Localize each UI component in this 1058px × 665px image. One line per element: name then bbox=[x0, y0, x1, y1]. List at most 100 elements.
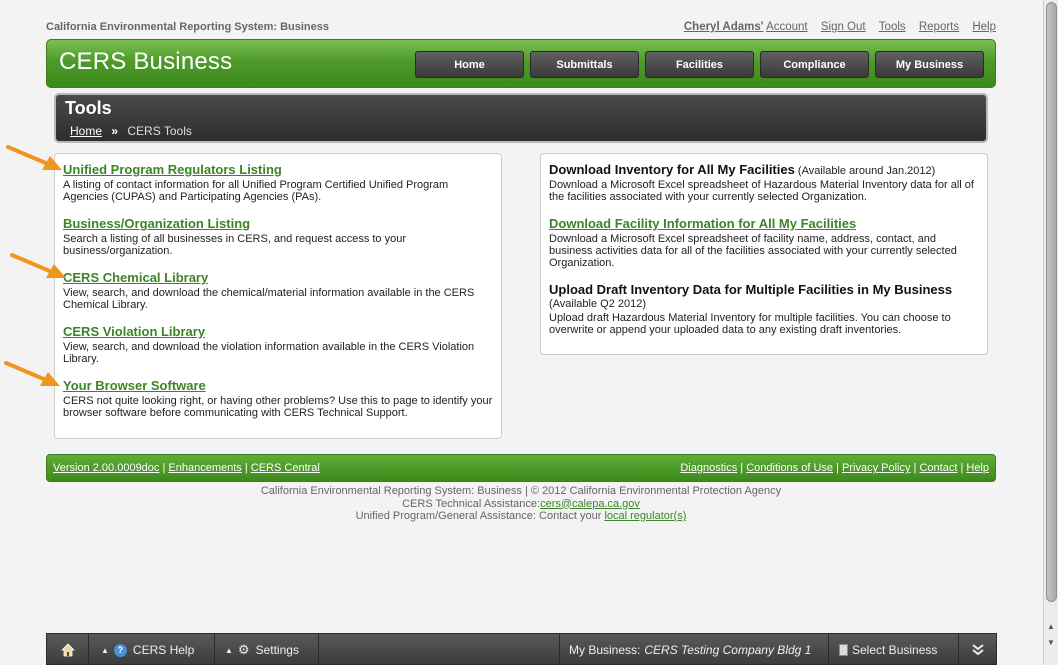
copyright-line: California Environmental Reporting Syste… bbox=[260, 485, 782, 497]
page-scrollbar[interactable]: ▲ ▼ bbox=[1043, 0, 1058, 665]
breadcrumb-home-link[interactable]: Home bbox=[70, 124, 102, 138]
nav-my-business-button[interactable]: My Business bbox=[875, 51, 984, 78]
tool-description: CERS not quite looking right, or having … bbox=[63, 395, 493, 419]
annotation-arrow-icon bbox=[6, 145, 62, 170]
local-regulator-link[interactable]: local regulator(s) bbox=[604, 510, 686, 522]
select-business-button[interactable]: Select Business bbox=[829, 634, 959, 665]
footer-separator: | bbox=[836, 462, 839, 474]
system-title: California Environmental Reporting Syste… bbox=[46, 21, 330, 33]
account-link[interactable]: Account bbox=[766, 21, 808, 33]
help-icon: ? bbox=[113, 643, 127, 657]
nav-compliance-button[interactable]: Compliance bbox=[760, 51, 869, 78]
tool-description: A listing of contact information for all… bbox=[63, 179, 449, 203]
nav-home-button[interactable]: Home bbox=[415, 51, 524, 78]
caret-up-icon: ▲ bbox=[225, 645, 233, 655]
brand-logo[interactable]: CERS Business bbox=[59, 48, 232, 76]
availability-note: (Available Q2 2012) bbox=[549, 298, 647, 310]
tool-description: Download a Microsoft Excel spreadsheet o… bbox=[549, 233, 957, 269]
business-listing-link[interactable]: Business/Organization Listing bbox=[63, 216, 250, 231]
tools-link[interactable]: Tools bbox=[879, 21, 906, 33]
general-assistance-label: Unified Program/General Assistance: Cont… bbox=[355, 510, 605, 522]
tool-description: Search a listing of all businesses in CE… bbox=[63, 233, 407, 257]
collapse-toolbar-button[interactable] bbox=[959, 634, 997, 665]
contact-link[interactable]: Contact bbox=[919, 462, 957, 474]
double-chevron-down-icon bbox=[972, 644, 984, 656]
breadcrumb-current: CERS Tools bbox=[127, 124, 192, 138]
general-assistance-line: Unified Program/General Assistance: Cont… bbox=[46, 510, 996, 523]
tools-panel-right: Download Inventory for All My Facilities… bbox=[540, 153, 988, 355]
tool-item: Business/Organization Listing Search a l… bbox=[63, 216, 495, 257]
download-inventory-heading: Download Inventory for All My Facilities bbox=[549, 162, 795, 177]
version-link[interactable]: Version 2.00.0009doc bbox=[53, 462, 159, 474]
settings-menu[interactable]: ▲ ⚙ Settings bbox=[215, 634, 319, 665]
annotation-arrow-icon bbox=[10, 253, 66, 278]
gear-icon: ⚙ bbox=[237, 642, 250, 657]
current-business: My Business: CERS Testing Company Bldg 1 bbox=[559, 634, 829, 665]
tool-item: Upload Draft Inventory Data for Multiple… bbox=[549, 282, 981, 336]
diagnostics-link[interactable]: Diagnostics bbox=[680, 462, 737, 474]
browser-software-link[interactable]: Your Browser Software bbox=[63, 378, 206, 393]
main-header: CERS Business Home Submittals Facilities… bbox=[46, 39, 996, 88]
top-links: Cheryl Adams' Account Sign Out Tools Rep… bbox=[674, 21, 996, 33]
page-title: Tools bbox=[65, 98, 112, 118]
nav-submittals-button[interactable]: Submittals bbox=[530, 51, 639, 78]
footer-bar: Version 2.00.0009doc | Enhancements | CE… bbox=[46, 454, 996, 482]
tools-panel-left: Unified Program Regulators Listing A lis… bbox=[54, 153, 502, 439]
violation-library-link[interactable]: CERS Violation Library bbox=[63, 324, 205, 339]
main-nav: Home Submittals Facilities Compliance My… bbox=[415, 51, 984, 78]
breadcrumb: Home » CERS Tools bbox=[70, 124, 192, 138]
bottom-toolbar: ▲ ? CERS Help ▲ ⚙ Settings My Business: … bbox=[46, 633, 997, 665]
copyright-block: California Environmental Reporting Syste… bbox=[46, 485, 996, 523]
privacy-policy-link[interactable]: Privacy Policy bbox=[842, 462, 910, 474]
upload-draft-heading: Upload Draft Inventory Data for Multiple… bbox=[549, 282, 953, 297]
business-name: CERS Testing Company Bldg 1 bbox=[644, 643, 812, 657]
conditions-of-use-link[interactable]: Conditions of Use bbox=[746, 462, 833, 474]
user-name-link[interactable]: Cheryl Adams' bbox=[684, 21, 764, 33]
chemical-library-link[interactable]: CERS Chemical Library bbox=[63, 270, 208, 285]
reports-link[interactable]: Reports bbox=[919, 21, 959, 33]
tech-assistance-label: CERS Technical Assistance: bbox=[402, 497, 541, 510]
tool-item: CERS Violation Library View, search, and… bbox=[63, 324, 495, 365]
support-email-link[interactable]: cers@calepa.ca.gov bbox=[540, 498, 640, 510]
footer-help-link[interactable]: Help bbox=[966, 462, 989, 474]
download-facility-info-link[interactable]: Download Facility Information for All My… bbox=[549, 216, 856, 231]
tool-description: View, search, and download the violation… bbox=[63, 341, 475, 365]
footer-separator: | bbox=[162, 462, 166, 474]
top-bar: California Environmental Reporting Syste… bbox=[46, 20, 996, 36]
settings-label: Settings bbox=[255, 643, 299, 657]
availability-note: (Available around Jan.2012) bbox=[797, 165, 936, 177]
toolbar-home-button[interactable] bbox=[47, 634, 89, 665]
scroll-up-icon[interactable]: ▲ bbox=[1047, 622, 1055, 631]
tool-item: Your Browser Software CERS not quite loo… bbox=[63, 378, 495, 419]
footer-right-links: Diagnostics | Conditions of Use | Privac… bbox=[680, 462, 989, 474]
building-icon bbox=[839, 644, 848, 656]
tool-item: Download Inventory for All My Facilities… bbox=[549, 162, 981, 203]
nav-facilities-button[interactable]: Facilities bbox=[645, 51, 754, 78]
scroll-thumb[interactable] bbox=[1046, 2, 1057, 602]
caret-up-icon: ▲ bbox=[101, 645, 109, 655]
footer-separator: | bbox=[913, 462, 917, 474]
tool-description: Download a Microsoft Excel spreadsheet o… bbox=[549, 179, 974, 203]
cers-help-menu[interactable]: ▲ ? CERS Help bbox=[89, 634, 215, 665]
enhancements-link[interactable]: Enhancements bbox=[168, 462, 241, 474]
cers-central-link[interactable]: CERS Central bbox=[251, 462, 320, 474]
scroll-down-icon[interactable]: ▼ bbox=[1047, 638, 1055, 647]
tool-item: CERS Chemical Library View, search, and … bbox=[63, 270, 495, 311]
regulators-listing-link[interactable]: Unified Program Regulators Listing bbox=[63, 162, 282, 177]
tech-assistance-line: CERS Technical Assistance:cers@calepa.ca… bbox=[46, 498, 996, 511]
sign-out-link[interactable]: Sign Out bbox=[821, 21, 866, 33]
tool-item: Download Facility Information for All My… bbox=[549, 216, 981, 269]
footer-separator: | bbox=[244, 462, 248, 474]
tool-description: Upload draft Hazardous Material Inventor… bbox=[549, 312, 951, 336]
cers-help-label: CERS Help bbox=[132, 643, 195, 657]
footer-separator: | bbox=[740, 462, 744, 474]
footer-left-links: Version 2.00.0009doc | Enhancements | CE… bbox=[53, 462, 320, 474]
tool-description: View, search, and download the chemical/… bbox=[63, 287, 475, 311]
select-business-label: Select Business bbox=[852, 643, 938, 657]
annotation-arrow-icon bbox=[4, 361, 60, 386]
home-icon bbox=[60, 643, 75, 657]
footer-separator: | bbox=[960, 462, 964, 474]
title-band: Tools Home » CERS Tools bbox=[54, 93, 988, 143]
help-link[interactable]: Help bbox=[972, 21, 996, 33]
business-label: My Business: bbox=[569, 643, 641, 657]
